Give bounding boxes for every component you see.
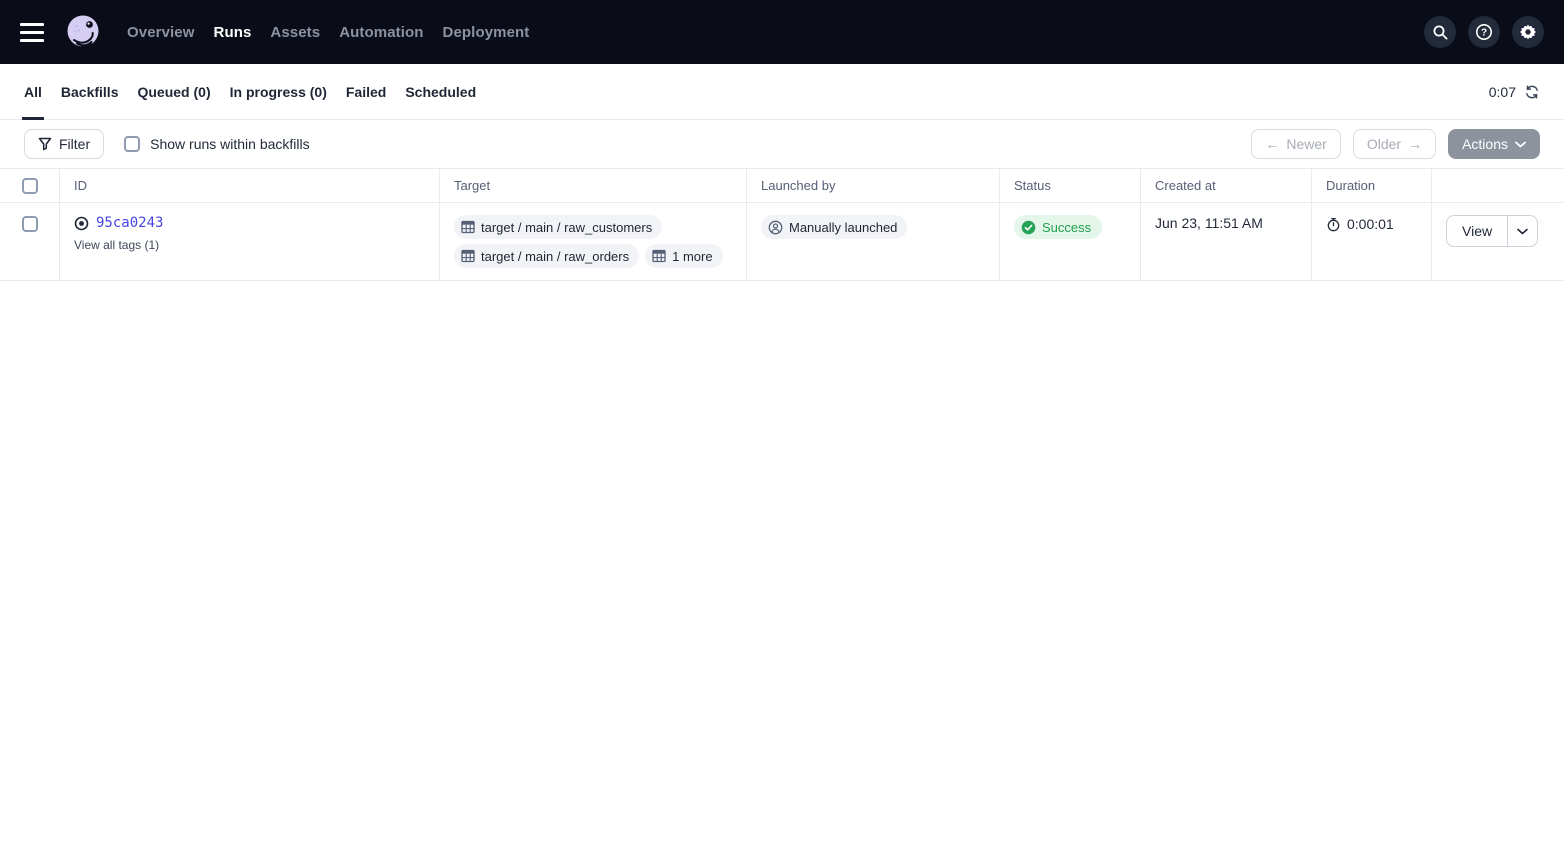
asset-chip-label: target / main / raw_orders: [481, 249, 629, 264]
show-backfills-checkbox[interactable]: [124, 136, 140, 152]
view-all-tags-link[interactable]: View all tags (1): [74, 238, 425, 252]
view-split-button: View: [1446, 215, 1538, 247]
help-icon: ?: [1475, 23, 1493, 41]
tab-failed[interactable]: Failed: [346, 64, 386, 119]
filter-button-label: Filter: [59, 136, 90, 152]
arrow-left-icon: ←: [1265, 136, 1279, 152]
nav-item-overview[interactable]: Overview: [127, 24, 195, 41]
runs-tabs-row: All Backfills Queued (0) In progress (0)…: [0, 64, 1564, 120]
actions-button-label: Actions: [1462, 136, 1508, 152]
svg-text:?: ?: [1481, 28, 1487, 39]
duration-label: 0:00:01: [1347, 216, 1394, 232]
column-header-duration: Duration: [1312, 169, 1432, 202]
chevron-down-icon: [1517, 228, 1528, 235]
table-row: 95ca0243 View all tags (1) target / main…: [0, 203, 1564, 281]
runs-tabs: All Backfills Queued (0) In progress (0)…: [24, 64, 476, 119]
tab-backfills[interactable]: Backfills: [61, 64, 119, 119]
column-header-launched-by: Launched by: [747, 169, 1000, 202]
older-button[interactable]: Older →: [1353, 129, 1436, 159]
newer-button[interactable]: ← Newer: [1251, 129, 1340, 159]
dagster-logo[interactable]: [64, 13, 102, 51]
refresh-countdown: 0:07: [1489, 84, 1516, 100]
column-header-target: Target: [440, 169, 747, 202]
table-header-row: ID Target Launched by Status Created at …: [0, 169, 1564, 203]
nav-item-automation[interactable]: Automation: [339, 24, 423, 41]
chevron-down-icon: [1515, 141, 1526, 148]
check-circle-icon: [1021, 220, 1036, 235]
row-checkbox[interactable]: [22, 216, 38, 232]
asset-chip-label: target / main / raw_customers: [481, 220, 652, 235]
nav-item-assets[interactable]: Assets: [270, 24, 320, 41]
main-nav: Overview Runs Assets Automation Deployme…: [127, 24, 529, 41]
select-all-checkbox[interactable]: [22, 178, 38, 194]
newer-button-label: Newer: [1286, 136, 1326, 152]
top-navigation-bar: Overview Runs Assets Automation Deployme…: [0, 0, 1564, 64]
column-header-actions: [1432, 169, 1564, 202]
duration-cell: 0:00:01: [1312, 203, 1432, 280]
topbar-actions: ?: [1424, 16, 1544, 48]
search-icon: [1432, 24, 1449, 41]
arrow-right-icon: →: [1408, 136, 1422, 152]
view-dropdown-button[interactable]: [1507, 216, 1537, 246]
status-badge: Success: [1014, 215, 1102, 239]
stopwatch-icon: [1326, 217, 1341, 232]
more-assets-chip-label: 1 more: [672, 249, 712, 264]
tab-scheduled[interactable]: Scheduled: [405, 64, 476, 119]
target-cell: target / main / raw_customers target / m…: [440, 203, 747, 280]
gear-icon: [1519, 23, 1537, 41]
tab-queued[interactable]: Queued (0): [137, 64, 210, 119]
status-label: Success: [1042, 220, 1091, 235]
user-icon: [768, 220, 783, 235]
column-header-status: Status: [1000, 169, 1141, 202]
nav-item-runs[interactable]: Runs: [214, 24, 252, 41]
show-backfills-label: Show runs within backfills: [150, 136, 310, 152]
runs-table: ID Target Launched by Status Created at …: [0, 168, 1564, 281]
view-button[interactable]: View: [1447, 216, 1507, 246]
refresh-icon[interactable]: [1524, 84, 1540, 100]
actions-button[interactable]: Actions: [1448, 129, 1540, 159]
status-cell: Success: [1000, 203, 1141, 280]
settings-button[interactable]: [1512, 16, 1544, 48]
nav-item-deployment[interactable]: Deployment: [443, 24, 530, 41]
column-header-id: ID: [60, 169, 440, 202]
run-id-cell: 95ca0243 View all tags (1): [60, 203, 440, 280]
row-actions-cell: View: [1432, 203, 1564, 280]
runs-toolbar: Filter Show runs within backfills ← Newe…: [0, 120, 1564, 168]
launched-by-chip[interactable]: Manually launched: [761, 215, 907, 239]
column-header-created-at: Created at: [1141, 169, 1312, 202]
filter-button[interactable]: Filter: [24, 129, 104, 159]
tab-all[interactable]: All: [24, 64, 42, 119]
more-assets-chip[interactable]: 1 more: [645, 244, 722, 268]
hamburger-menu-icon[interactable]: [20, 18, 48, 46]
asset-chip[interactable]: target / main / raw_orders: [454, 244, 639, 268]
launched-by-label: Manually launched: [789, 220, 897, 235]
launched-by-cell: Manually launched: [747, 203, 1000, 280]
run-status-dot-icon: [74, 216, 89, 231]
search-button[interactable]: [1424, 16, 1456, 48]
asset-chip[interactable]: target / main / raw_customers: [454, 215, 662, 239]
table-grid-icon: [461, 220, 475, 234]
help-button[interactable]: ?: [1468, 16, 1500, 48]
older-button-label: Older: [1367, 136, 1401, 152]
filter-funnel-icon: [38, 137, 52, 151]
created-at-cell: Jun 23, 11:51 AM: [1141, 203, 1312, 280]
tab-in-progress[interactable]: In progress (0): [230, 64, 327, 119]
run-id-link[interactable]: 95ca0243: [96, 215, 163, 231]
table-grid-icon: [461, 249, 475, 263]
table-grid-icon: [652, 249, 666, 263]
